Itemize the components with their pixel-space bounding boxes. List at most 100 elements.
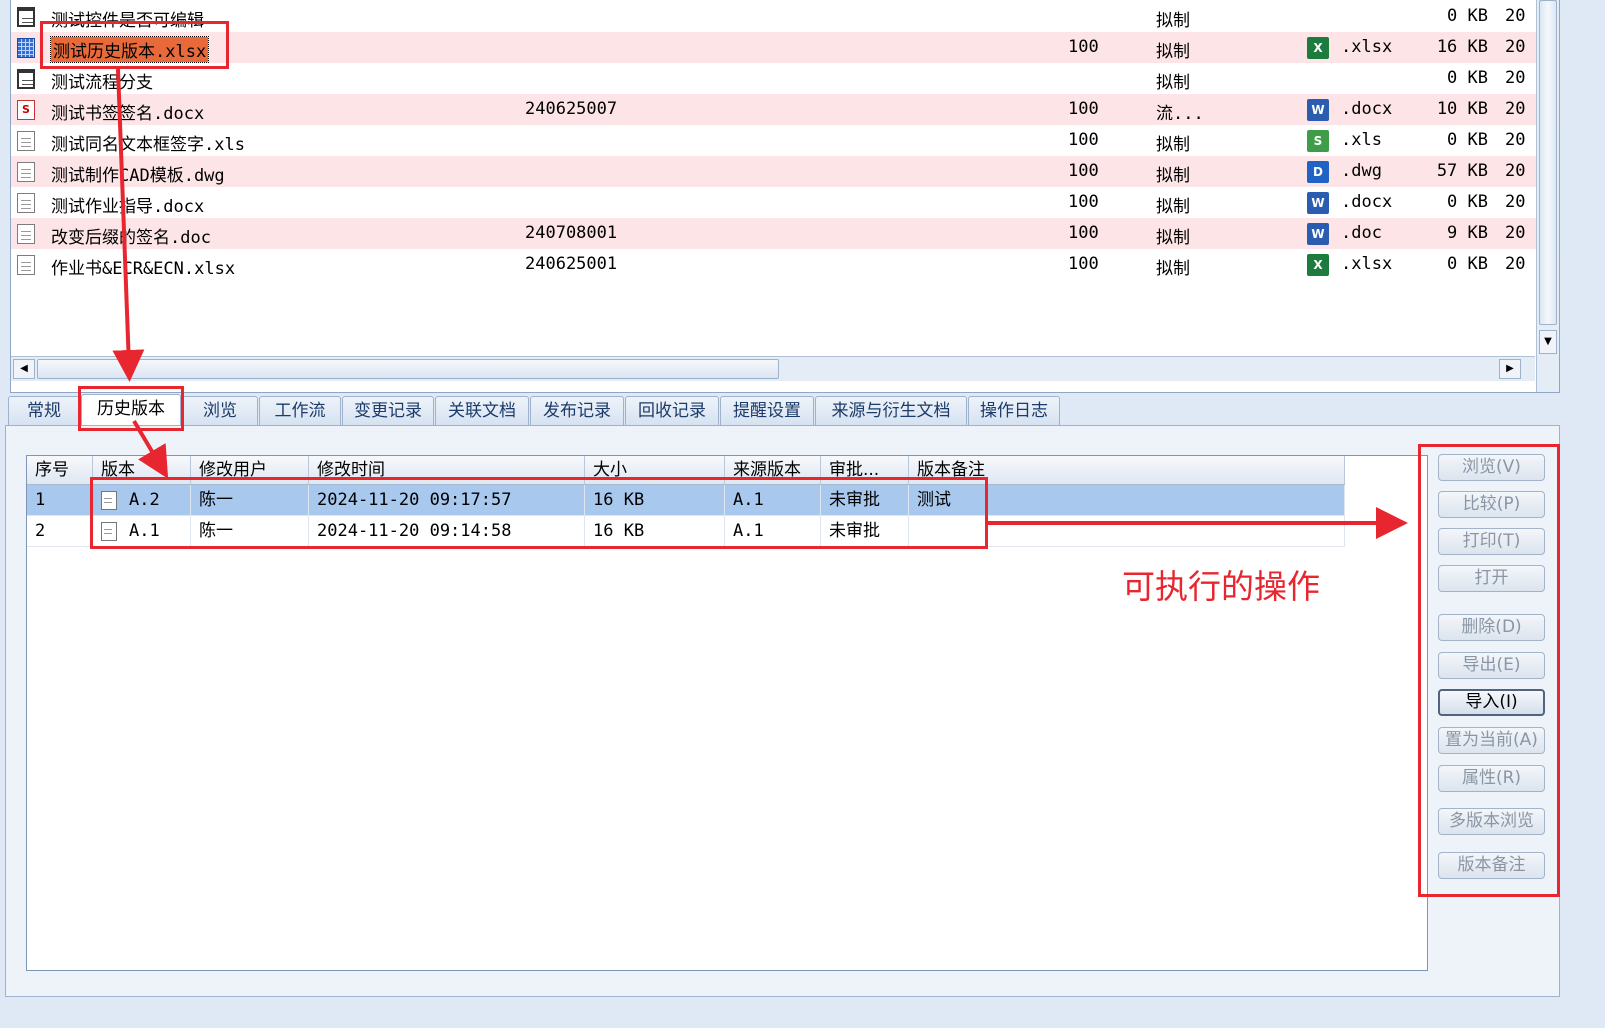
cell-index: 2 — [27, 516, 93, 546]
vertical-scrollbar[interactable]: ▼ — [1536, 0, 1559, 392]
file-row[interactable]: 测试同名文本框签字.xls 100 拟制 S .xls 0 KB 20 — [11, 125, 1559, 156]
file-type-icon: X — [1307, 254, 1329, 276]
tab-3[interactable]: 工作流 — [259, 396, 341, 425]
file-name: 测试同名文本框签字.xls — [51, 135, 245, 155]
file-date: 20 — [1505, 68, 1526, 88]
file-state: 拟制 — [1156, 42, 1190, 62]
file-state: 拟制 — [1156, 11, 1190, 31]
tab-0[interactable]: 常规 — [8, 396, 80, 425]
file-state: 流... — [1156, 104, 1204, 124]
file-type: .xls — [1341, 130, 1382, 150]
file-size: 0 KB — [1447, 254, 1488, 274]
file-name: 测试流程分支 — [51, 73, 153, 93]
file-row[interactable]: 测试历史版本.xlsx 100 拟制 X .xlsx 16 KB 20 — [11, 32, 1559, 63]
file-date: 20 — [1505, 99, 1526, 119]
file-code: 240708001 — [525, 223, 618, 243]
tab-5[interactable]: 关联文档 — [435, 396, 529, 425]
file-version: 100 — [1068, 130, 1099, 150]
file-type-icon: S — [1307, 130, 1329, 152]
file-version: 100 — [1068, 254, 1099, 274]
tab-8[interactable]: 提醒设置 — [720, 396, 814, 425]
form-icon — [17, 69, 35, 89]
annotation-box-rows — [90, 477, 988, 549]
file-version: 100 — [1068, 223, 1099, 243]
file-state: 拟制 — [1156, 166, 1190, 186]
annotation-box-tab — [78, 386, 184, 431]
tab-4[interactable]: 变更记录 — [342, 396, 434, 425]
file-type: .xlsx — [1341, 37, 1393, 57]
document-icon — [17, 162, 35, 182]
file-type: .xlsx — [1341, 254, 1393, 274]
form-icon — [17, 7, 35, 27]
horizontal-scrollbar[interactable]: ◀ ▶ — [11, 356, 1535, 381]
file-type-icon: X — [1307, 37, 1329, 59]
file-date: 20 — [1505, 130, 1526, 150]
tab-7[interactable]: 回收记录 — [625, 396, 719, 425]
file-type-icon: D — [1307, 161, 1329, 183]
file-size: 9 KB — [1447, 223, 1488, 243]
file-code: 240625007 — [525, 99, 618, 119]
file-size: 57 KB — [1436, 161, 1488, 181]
cell-index: 1 — [27, 485, 93, 515]
file-size: 0 KB — [1447, 130, 1488, 150]
file-version: 100 — [1068, 192, 1099, 212]
file-type: .dwg — [1341, 161, 1382, 181]
file-size: 0 KB — [1447, 68, 1488, 88]
scroll-down-icon[interactable]: ▼ — [1539, 330, 1557, 354]
file-row[interactable]: 测试控件是否可编辑 拟制 0 KB 20 — [11, 1, 1559, 32]
column-header-index[interactable]: 序号 — [27, 456, 93, 484]
file-version: 100 — [1068, 37, 1099, 57]
file-list: 测试控件是否可编辑 拟制 0 KB 20 测试历史版本.xlsx 100 拟制 X .xlsx 1… — [10, 0, 1560, 393]
file-row[interactable]: 改变后缀的签名.doc 240708001 100 拟制 W .doc 9 KB 20 — [11, 218, 1559, 249]
file-type-icon: W — [1307, 192, 1329, 214]
scroll-left-icon[interactable]: ◀ — [13, 359, 35, 379]
file-date: 20 — [1505, 6, 1526, 26]
file-size: 10 KB — [1436, 99, 1488, 119]
file-size: 0 KB — [1447, 6, 1488, 26]
file-state: 拟制 — [1156, 135, 1190, 155]
file-name: 测试作业指导.docx — [51, 197, 205, 217]
document-icon — [17, 131, 35, 151]
file-type: .docx — [1341, 192, 1393, 212]
file-version: 100 — [1068, 99, 1099, 119]
file-version: 100 — [1068, 161, 1099, 181]
file-size: 16 KB — [1436, 37, 1488, 57]
horizontal-scroll-thumb[interactable] — [37, 359, 779, 379]
document-icon — [17, 193, 35, 213]
file-row[interactable]: 作业书&ECR&ECN.xlsx 240625001 100 拟制 X .xlsx 0 KB… — [11, 249, 1559, 280]
file-type: .docx — [1341, 99, 1393, 119]
file-size: 0 KB — [1447, 192, 1488, 212]
file-name: 测试制作CAD模板.dwg — [51, 166, 225, 186]
file-date: 20 — [1505, 37, 1526, 57]
file-row[interactable]: 测试流程分支 拟制 0 KB 20 — [11, 63, 1559, 94]
tab-6[interactable]: 发布记录 — [530, 396, 624, 425]
annotation-box-actions — [1418, 444, 1560, 897]
vertical-scroll-thumb[interactable] — [1539, 0, 1557, 325]
file-state: 拟制 — [1156, 197, 1190, 217]
file-date: 20 — [1505, 161, 1526, 181]
scroll-right-icon[interactable]: ▶ — [1499, 359, 1521, 379]
file-row[interactable]: 测试作业指导.docx 100 拟制 W .docx 0 KB 20 — [11, 187, 1559, 218]
file-type: .doc — [1341, 223, 1382, 243]
file-type-icon: W — [1307, 99, 1329, 121]
file-date: 20 — [1505, 192, 1526, 212]
tab-2[interactable]: 浏览 — [182, 396, 258, 425]
file-date: 20 — [1505, 223, 1526, 243]
file-date: 20 — [1505, 254, 1526, 274]
file-row[interactable]: 测试制作CAD模板.dwg 100 拟制 D .dwg 57 KB 20 — [11, 156, 1559, 187]
signed-doc-icon: S — [17, 100, 35, 120]
file-state: 拟制 — [1156, 228, 1190, 248]
document-icon — [17, 255, 35, 275]
file-name: 改变后缀的签名.doc — [51, 228, 211, 248]
file-name: 测试书签签名.docx — [51, 104, 205, 124]
tab-10[interactable]: 操作日志 — [968, 396, 1060, 425]
file-type-icon: W — [1307, 223, 1329, 245]
tab-9[interactable]: 来源与衍生文档 — [815, 396, 967, 425]
annotation-label: 可执行的操作 — [1122, 567, 1320, 606]
file-row[interactable]: S 测试书签签名.docx 240625007 100 流... W .docx 10 KB 2… — [11, 94, 1559, 125]
document-icon — [17, 224, 35, 244]
spreadsheet-icon — [17, 38, 35, 58]
file-name: 作业书&ECR&ECN.xlsx — [51, 259, 236, 279]
file-state: 拟制 — [1156, 73, 1190, 93]
annotation-box-file — [40, 21, 229, 69]
